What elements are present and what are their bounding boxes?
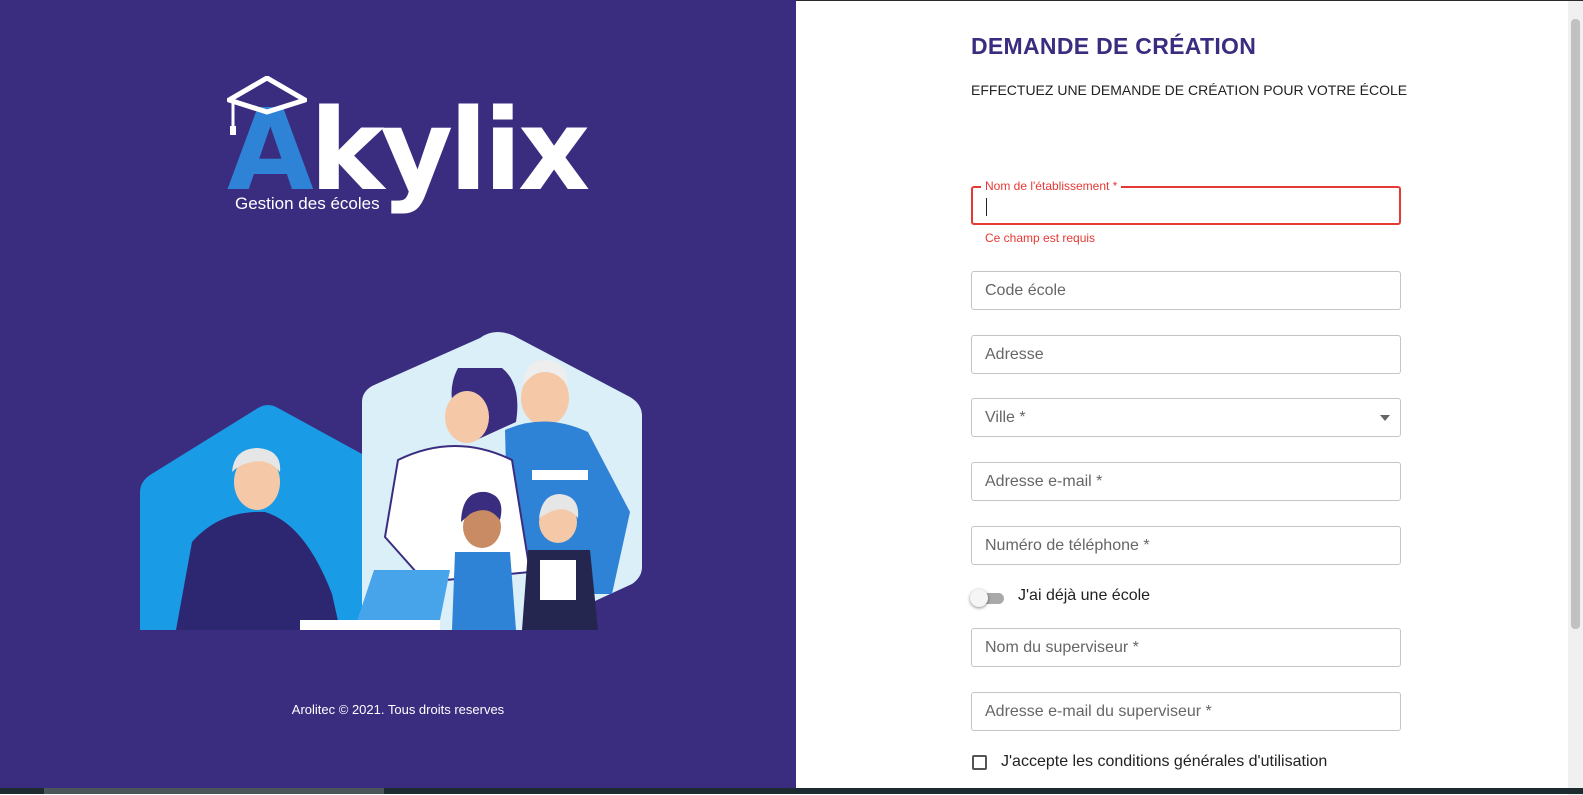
copyright-footer: Arolitec © 2021. Tous droits reserves xyxy=(291,702,505,717)
address-placeholder: Adresse xyxy=(985,346,1044,363)
terms-label[interactable]: J'accepte les conditions générales d'uti… xyxy=(1001,753,1327,771)
existing-school-toggle[interactable] xyxy=(970,588,1006,608)
graduation-cap-icon xyxy=(227,76,307,135)
school-name-label: Nom de l'établissement * xyxy=(981,179,1122,193)
scrollbar[interactable] xyxy=(1568,1,1583,795)
school-code-field[interactable]: Code école xyxy=(971,271,1401,310)
taskbar-active-item[interactable] xyxy=(44,788,384,794)
existing-school-toggle-label: J'ai déjà une école xyxy=(1018,587,1151,604)
terms-checkbox[interactable] xyxy=(972,755,987,770)
city-placeholder: Ville * xyxy=(985,409,1026,426)
phone-placeholder: Numéro de téléphone * xyxy=(985,537,1150,554)
phone-field[interactable]: Numéro de téléphone * xyxy=(971,526,1401,565)
email-field[interactable]: Adresse e-mail * xyxy=(971,462,1401,501)
school-name-field[interactable]: Nom de l'établissement * xyxy=(971,179,1401,225)
page-subtitle: EFFECTUEZ UNE DEMANDE DE CRÉATION POUR V… xyxy=(971,82,1408,98)
email-placeholder: Adresse e-mail * xyxy=(985,473,1103,490)
toggle-knob xyxy=(970,589,988,607)
brand-panel: Akylix Gestion des écoles Arolitec © 202… xyxy=(0,0,796,794)
school-name-error: Ce champ est requis xyxy=(985,231,1096,245)
city-select[interactable]: Ville * xyxy=(971,398,1401,437)
page-title: DEMANDE DE CRÉATION xyxy=(971,33,1257,59)
scrollbar-thumb[interactable] xyxy=(1571,19,1580,629)
form-panel xyxy=(796,0,1583,795)
supervisor-email-placeholder: Adresse e-mail du superviseur * xyxy=(985,703,1212,720)
logo-tagline: Gestion des écoles xyxy=(235,194,380,213)
akylix-logo: Akylix Gestion des écoles xyxy=(227,76,590,221)
supervisor-email-field[interactable]: Adresse e-mail du superviseur * xyxy=(971,692,1401,731)
chevron-down-icon[interactable] xyxy=(1380,415,1390,421)
address-field[interactable]: Adresse xyxy=(971,335,1401,374)
family-illustration xyxy=(140,332,642,630)
supervisor-name-field[interactable]: Nom du superviseur * xyxy=(971,628,1401,667)
supervisor-name-placeholder: Nom du superviseur * xyxy=(985,639,1139,656)
school-code-placeholder: Code école xyxy=(985,282,1066,299)
text-caret xyxy=(986,198,987,216)
